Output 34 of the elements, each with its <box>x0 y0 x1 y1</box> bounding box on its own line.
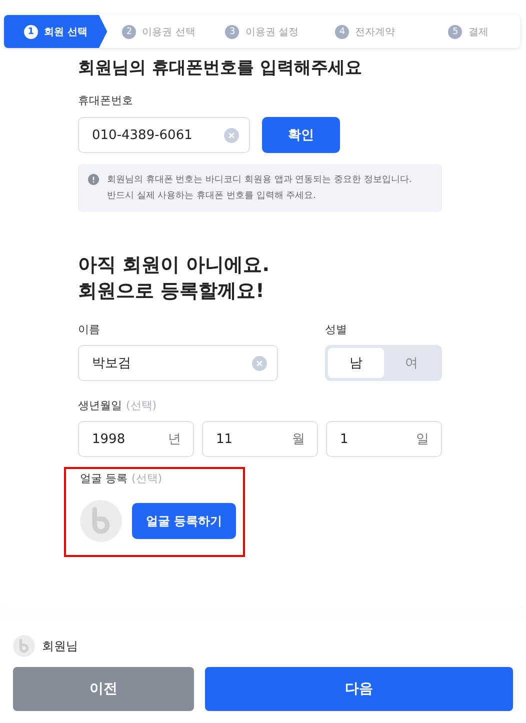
confirm-button[interactable]: 확인 <box>262 117 340 153</box>
step-tab[interactable]: 2 이용권 선택 <box>107 15 210 48</box>
notice-text: 회원님의 휴대폰 번호는 바디코디 회원용 앱과 연동되는 중요한 정보입니다. <box>107 174 412 187</box>
heading-text: 아직 회원이 아니에요. <box>78 253 270 278</box>
next-button[interactable]: 다음 <box>205 667 513 711</box>
optional-text: (선택) <box>132 471 162 486</box>
field-label: 얼굴 등록 <box>80 471 128 486</box>
gender-option[interactable]: 여 <box>384 348 439 378</box>
heading-text: 회원으로 등록할께요! <box>78 279 266 304</box>
avatar-icon <box>80 500 122 542</box>
phone-field[interactable]: 010-4389-6061 <box>78 117 250 153</box>
date-field[interactable]: 1998 년 <box>78 421 194 457</box>
gender-option[interactable]: 남 <box>328 348 384 378</box>
field-label: 휴대폰번호 <box>78 93 134 108</box>
clear-icon[interactable] <box>224 128 239 142</box>
clear-icon[interactable] <box>252 356 267 370</box>
step-tab[interactable]: 5 결제 <box>416 15 520 48</box>
date-field[interactable]: 1 일 <box>326 421 442 457</box>
step-tab[interactable]: 4 전자계약 <box>314 15 417 48</box>
notice-text: 반드시 실제 사용하는 휴대폰 번호를 입력해 주세요. <box>107 190 318 203</box>
field-label: 이름 <box>78 322 101 337</box>
optional-text: (선택) <box>126 398 157 413</box>
section-title: 회원님의 휴대폰번호를 입력해주세요 <box>78 57 363 79</box>
member-name: 회원님 <box>42 638 78 654</box>
step-tab[interactable]: 1 회원 선택 <box>4 15 108 48</box>
previous-button[interactable]: 이전 <box>13 667 194 711</box>
face-register-button[interactable]: 얼굴 등록하기 <box>132 503 236 539</box>
field-label: 생년월일 <box>78 398 122 413</box>
step-tab[interactable]: 3 이용권 설정 <box>210 15 314 48</box>
name-field[interactable]: 박보검 <box>78 345 278 381</box>
date-field[interactable]: 11 월 <box>202 421 318 457</box>
info-icon <box>88 174 99 185</box>
avatar-icon <box>13 635 35 657</box>
field-label: 성별 <box>325 322 348 337</box>
